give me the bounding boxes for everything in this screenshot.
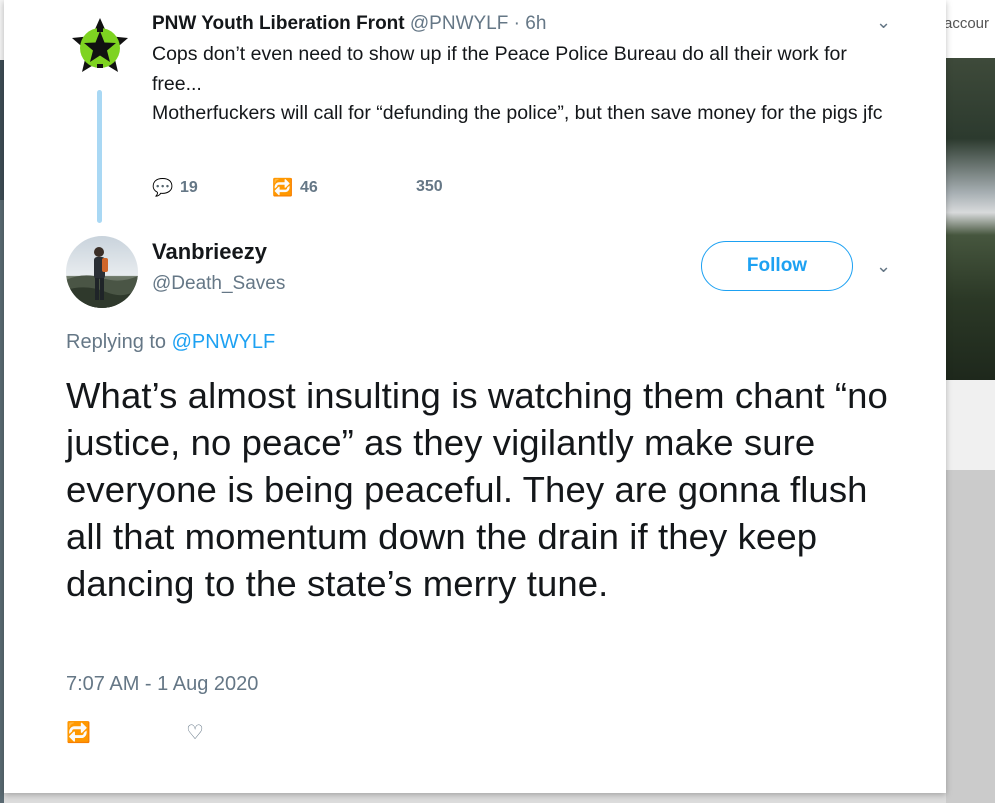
like-count: 350 [416, 178, 443, 195]
reply-display-name[interactable]: Vanbrieezy [152, 239, 267, 265]
follow-button[interactable]: Follow [701, 241, 853, 291]
parent-avatar[interactable] [66, 14, 134, 82]
retweet-icon[interactable]: 🔁 [66, 720, 91, 745]
tweet-modal: PNW Youth Liberation Front @PNWYLF · 6h … [4, 0, 946, 793]
reply-count: 19 [180, 179, 198, 196]
replying-to-mention[interactable]: @PNWYLF [172, 331, 276, 353]
retweet-icon: 🔁 [272, 178, 294, 197]
green-star-logo-icon [67, 15, 133, 81]
like-icon[interactable]: ♡ [186, 720, 204, 745]
parent-handle[interactable]: @PNWYLF [410, 13, 508, 34]
parent-display-name[interactable]: PNW Youth Liberation Front [152, 13, 405, 34]
background-card [946, 380, 995, 471]
reply-tweet-text: What’s almost insulting is watching them… [66, 375, 888, 604]
retweet-count: 46 [300, 179, 318, 196]
like-action[interactable]: 350 [416, 178, 443, 196]
person-photo-avatar-icon [66, 236, 138, 308]
reply-icon: 💬 [152, 178, 174, 197]
parent-tweet-text: Cops don’t even need to show up if the P… [152, 43, 883, 124]
replying-to-label: Replying to [66, 331, 167, 353]
reply-avatar[interactable] [66, 236, 138, 308]
parent-timestamp[interactable]: 6h [525, 13, 546, 34]
parent-tweet-header: PNW Youth Liberation Front @PNWYLF · 6h [152, 13, 546, 35]
reply-timestamp[interactable]: 7:07 AM - 1 Aug 2020 [66, 673, 258, 696]
background-overlay [946, 470, 995, 803]
reply-action[interactable]: 💬 19 [152, 178, 198, 198]
reply-tweet-actions: 🔁 ♡ [66, 720, 266, 746]
background-account-text: accour [944, 15, 990, 32]
thread-connector-line [97, 90, 102, 223]
reply-handle[interactable]: @Death_Saves [152, 273, 285, 295]
background-photo [946, 58, 995, 380]
replying-to-line: Replying to @PNWYLF [66, 331, 275, 354]
retweet-action[interactable]: 🔁 46 [272, 178, 318, 198]
parent-menu-caret-icon[interactable]: ⌄ [876, 12, 891, 33]
separator-dot: · [513, 13, 520, 34]
reply-menu-caret-icon[interactable]: ⌄ [876, 256, 891, 277]
